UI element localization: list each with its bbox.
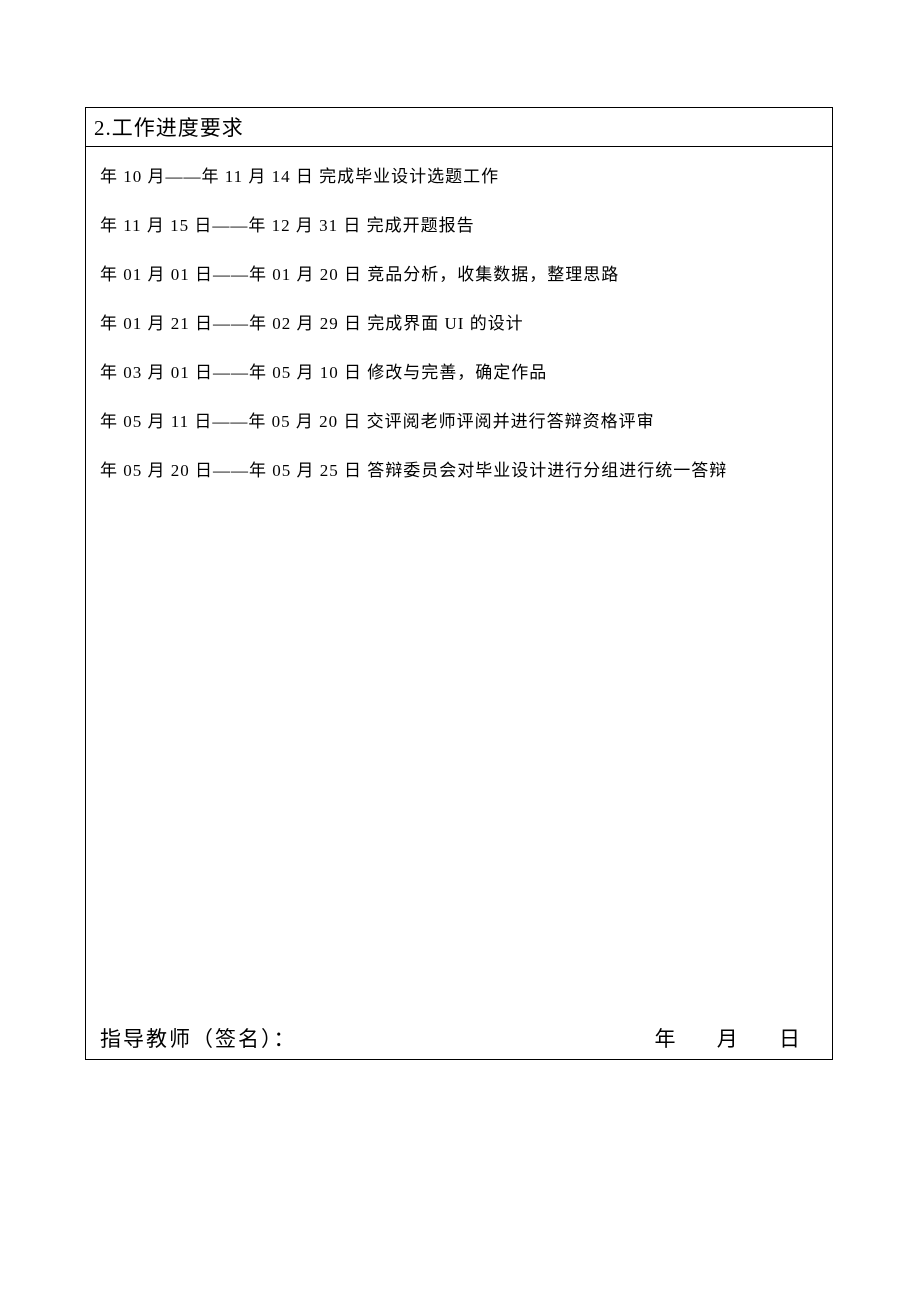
signature-row: 指导教师（签名）： 年 月 日 [100,1023,818,1053]
schedule-row: 年 05 月 20 日——年 05 月 25 日 答辩委员会对毕业设计进行分组进… [100,456,818,481]
schedule-row: 年 11 月 15 日——年 12 月 31 日 完成开题报告 [100,211,818,236]
schedule-row: 年 05 月 11 日——年 05 月 20 日 交评阅老师评阅并进行答辩资格评… [100,407,818,432]
month-label: 月 [717,1023,738,1053]
schedule-row: 年 01 月 21 日——年 02 月 29 日 完成界面 UI 的设计 [100,309,818,334]
schedule-row: 年 01 月 01 日——年 01 月 20 日 竞品分析，收集数据，整理思路 [100,260,818,285]
advisor-signature-label: 指导教师（签名）： [100,1023,297,1053]
year-label: 年 [655,1023,676,1053]
day-label: 日 [779,1023,800,1053]
section-heading: 2.工作进度要求 [86,108,832,147]
section-body: 年 10 月——年 11 月 14 日 完成毕业设计选题工作 年 11 月 15… [86,147,832,1059]
date-fields: 年 月 日 [637,1023,819,1053]
schedule-row: 年 03 月 01 日——年 05 月 10 日 修改与完善，确定作品 [100,358,818,383]
document-container: 2.工作进度要求 年 10 月——年 11 月 14 日 完成毕业设计选题工作 … [85,107,833,1060]
schedule-row: 年 10 月——年 11 月 14 日 完成毕业设计选题工作 [100,162,818,187]
